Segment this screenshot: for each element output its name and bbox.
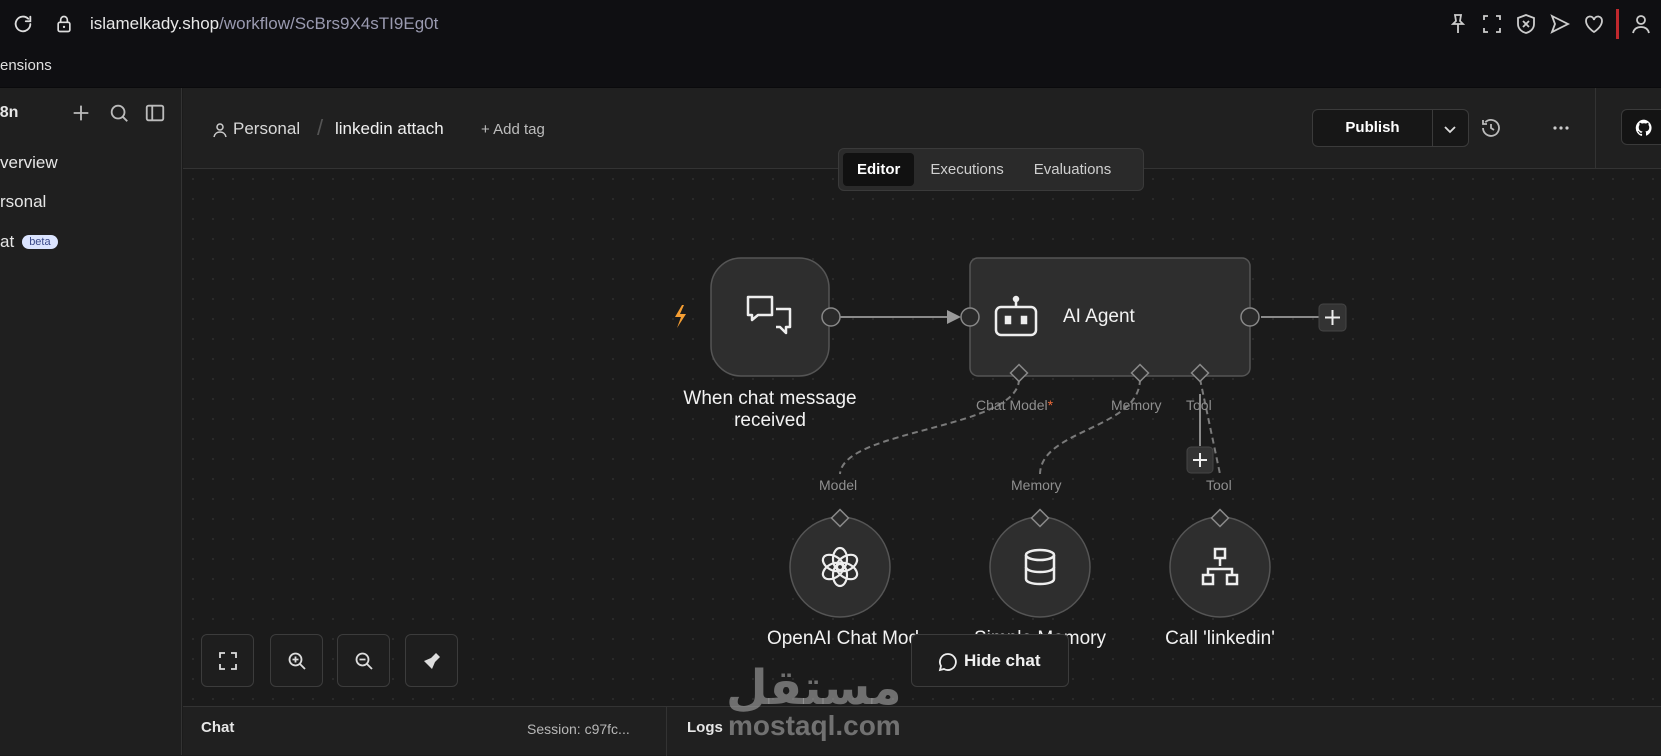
extensions-link[interactable]: ensions [0, 57, 52, 74]
agent-input-port[interactable] [960, 307, 980, 327]
memory-port-label: Memory [1111, 397, 1162, 413]
url-host: islamelkady.shop [90, 14, 220, 33]
breadcrumb-project[interactable]: Personal [233, 119, 300, 139]
beta-badge: beta [22, 235, 58, 249]
broom-icon [424, 653, 440, 669]
recording-indicator [1616, 9, 1619, 39]
fit-view-button[interactable] [201, 634, 254, 687]
connections-layer [675, 257, 1347, 618]
publish-dropdown[interactable] [1433, 109, 1469, 147]
sidebar-item-label: at [0, 232, 15, 251]
view-tabs: Editor Executions Evaluations [838, 148, 1144, 191]
lock-icon[interactable] [54, 13, 74, 35]
hide-chat-button[interactable]: Hide chat [911, 634, 1069, 687]
extensions-bar: ensions [0, 48, 1661, 88]
url-path: /workflow/ScBrs9X4sTI9Eg0t [219, 14, 439, 33]
tool-node-label: Call 'linkedin' [1165, 628, 1275, 649]
hide-chat-label: Hide chat [964, 651, 1041, 670]
publish-button[interactable]: Publish [1312, 109, 1433, 147]
openai-node-label: OpenAI Chat Mod [766, 628, 920, 649]
chat-model-text: Chat Model [976, 397, 1048, 413]
collapse-sidebar-icon[interactable] [144, 102, 166, 124]
trigger-label-line1: When chat message [683, 388, 857, 409]
agent-output-port[interactable] [1240, 307, 1260, 327]
sidebar-item-label: rsonal [0, 192, 47, 211]
trigger-output-port[interactable] [821, 307, 841, 327]
watermark-latin: mostaql.com [728, 710, 901, 741]
watermark-arabic: مستقل [726, 660, 902, 716]
sidebar: n8n verview rsonal atbeta [0, 88, 182, 755]
search-icon[interactable] [108, 102, 130, 124]
lightning-icon [675, 305, 686, 328]
header-divider [1595, 88, 1596, 169]
workflow-title[interactable]: linkedin attach [335, 119, 444, 139]
block-icon[interactable] [1514, 12, 1538, 36]
zoom-out-icon [355, 652, 373, 670]
brand-logo[interactable]: n8n [0, 104, 18, 122]
github-icon [1635, 119, 1652, 136]
sidebar-item-label: verview [0, 153, 58, 172]
memory-connection [1039, 378, 1141, 475]
watermark: مستقل mostaql.com [726, 660, 931, 741]
screenshot-icon[interactable] [1480, 12, 1504, 36]
tool-sub-port-label: Tool [1206, 477, 1232, 493]
chevron-down-icon [1444, 126, 1456, 134]
profile-icon[interactable] [1629, 12, 1653, 36]
tab-evaluations[interactable]: Evaluations [1020, 153, 1126, 186]
reload-icon[interactable] [12, 13, 34, 35]
logs-panel-title: Logs [687, 719, 723, 736]
session-id[interactable]: Session: c97fc... [527, 721, 630, 737]
send-icon[interactable] [1548, 12, 1572, 36]
address-bar[interactable]: islamelkady.shop/workflow/ScBrs9X4sTI9Eg… [90, 14, 438, 34]
zoom-in-icon [288, 652, 306, 670]
tidy-up-button[interactable] [405, 634, 458, 687]
sidebar-item-overview[interactable]: verview [0, 153, 58, 173]
panel-divider [666, 707, 667, 756]
agent-node-label: AI Agent [1063, 306, 1135, 327]
simple-memory-node[interactable] [989, 516, 1091, 618]
tab-executions[interactable]: Executions [916, 153, 1017, 186]
model-port-label: Model [819, 477, 858, 493]
user-icon [213, 123, 227, 138]
toolbar-actions [1446, 9, 1661, 39]
connection-arrow [947, 310, 961, 324]
openai-chat-model-node[interactable] [789, 516, 891, 618]
chat-model-port-label: Chat Model* [976, 397, 1053, 413]
add-tag-button[interactable]: + Add tag [481, 121, 545, 138]
zoom-out-button[interactable] [337, 634, 390, 687]
chat-icon [938, 653, 957, 672]
required-marker: * [1047, 397, 1054, 413]
heart-icon[interactable] [1582, 12, 1606, 36]
chat-trigger-node[interactable] [710, 257, 830, 377]
tab-editor[interactable]: Editor [843, 153, 915, 186]
trigger-label-line2: received [734, 410, 806, 431]
github-button[interactable] [1621, 109, 1661, 145]
call-linkedin-node[interactable] [1169, 516, 1271, 618]
breadcrumb-separator: / [317, 115, 324, 140]
workflow-canvas[interactable]: When chat message received AI Agent Chat… [183, 169, 1661, 706]
fit-view-icon [219, 652, 237, 670]
chat-panel-title: Chat [201, 719, 235, 736]
memory-sub-port-label: Memory [1011, 477, 1062, 493]
zoom-in-button[interactable] [270, 634, 323, 687]
tool-port-label: Tool [1186, 397, 1212, 413]
trigger-node-label: When chat message received [653, 388, 887, 432]
more-options-icon[interactable] [1549, 116, 1573, 140]
browser-toolbar: islamelkady.shop/workflow/ScBrs9X4sTI9Eg… [0, 0, 1661, 48]
sidebar-item-personal[interactable]: rsonal [0, 192, 46, 212]
history-icon[interactable] [1479, 116, 1503, 140]
add-icon[interactable] [70, 102, 92, 124]
sidebar-item-chat[interactable]: at beta [0, 232, 58, 252]
pin-icon[interactable] [1446, 12, 1470, 36]
